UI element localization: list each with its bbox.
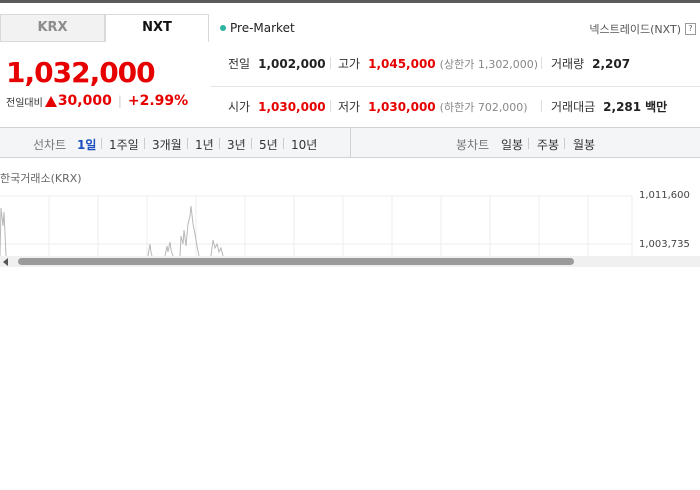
period-5y[interactable]: 5년 [259,136,278,153]
period-10y[interactable]: 10년 [291,136,317,153]
status-dot-icon [220,25,226,31]
period-1w[interactable]: 1주일 [109,136,139,153]
price-chart: 1,011,600 1,003,735 [0,186,700,257]
divider [528,138,529,149]
exchange-link[interactable]: 넥스트레이드(NXT) ? [589,21,696,37]
stat-label: 거래량 [551,57,585,71]
stat-label: 전일 [228,57,251,71]
stat-label: 고가 [338,57,361,71]
change-rate: +2.99% [127,93,189,109]
change-label: 전일대비 [6,97,43,109]
toolbar-divider [350,128,351,157]
stat-value: 2,281 [603,100,642,114]
change-separator: | [117,94,122,108]
top-border [0,0,700,3]
stat-lower-limit: (하한가 702,000) [439,101,528,114]
stat-unit: 백만 [645,100,668,114]
stat-value: 1,002,000 [258,57,326,71]
line-chart-label: 선차트 [33,138,67,152]
market-status-label: Pre-Market [230,21,295,35]
stat-label: 저가 [338,100,361,114]
chart-title: 한국거래소(KRX) [0,172,82,185]
period-1y[interactable]: 1년 [195,136,214,153]
divider [101,138,102,149]
stats-row-separator [210,86,700,87]
stat-value: 1,030,000 [368,100,436,114]
period-3y[interactable]: 3년 [227,136,246,153]
tab-krx[interactable]: KRX [0,14,105,42]
stat-amount: 거래대금 2,281 백만 [551,98,667,115]
divider [187,138,188,149]
stat-low: 저가 1,030,000 (하한가 702,000) [338,98,528,115]
tab-nxt[interactable]: NXT [105,14,209,42]
period-3m[interactable]: 3개월 [152,136,182,153]
candle-chart-label: 봉차트 [456,138,490,152]
divider [330,100,331,112]
divider [330,57,331,69]
market-status: Pre-Market [220,21,295,35]
y-tick-label: 1,003,735 [639,239,690,250]
change-value: 30,000 [57,93,112,109]
exchange-link-label: 넥스트레이드(NXT) [589,23,681,36]
stat-high: 고가 1,045,000 (상한가 1,302,000) [338,55,538,72]
stat-prev-close: 전일 1,002,000 [228,55,326,72]
chart-grid [0,195,633,256]
stat-upper-limit: (상한가 1,302,000) [439,58,539,71]
stat-label: 시가 [228,100,251,114]
current-price: 1,032,000 [6,56,156,89]
stat-value: 1,045,000 [368,57,436,71]
scrollbar-thumb[interactable] [18,258,574,265]
candle-monthly[interactable]: 월봉 [573,136,595,153]
stat-label: 거래대금 [551,100,596,114]
divider [219,138,220,149]
divider [144,138,145,149]
divider [541,57,542,69]
period-1d[interactable]: 1일 [77,136,96,153]
stat-value: 2,207 [592,57,631,71]
scroll-left-arrow-icon[interactable] [3,258,8,266]
help-icon[interactable]: ? [685,23,696,35]
up-triangle-icon [44,95,57,107]
price-change: 전일대비 30,000 | +2.99% [6,93,188,109]
divider [251,138,252,149]
candle-daily[interactable]: 일봉 [501,136,523,153]
stat-open: 시가 1,030,000 [228,98,326,115]
divider [283,138,284,149]
y-tick-label: 1,011,600 [639,190,690,201]
candle-weekly[interactable]: 주봉 [537,136,559,153]
divider [541,100,542,112]
chart-toolbar: 선차트 1일 1주일 3개월 1년 3년 5년 10년 봉차트 일봉 주봉 월봉 [0,127,700,158]
stat-volume: 거래량 2,207 [551,55,630,72]
chart-svg [0,195,633,257]
price-line [0,205,224,257]
stat-value: 1,030,000 [258,100,326,114]
divider [564,138,565,149]
